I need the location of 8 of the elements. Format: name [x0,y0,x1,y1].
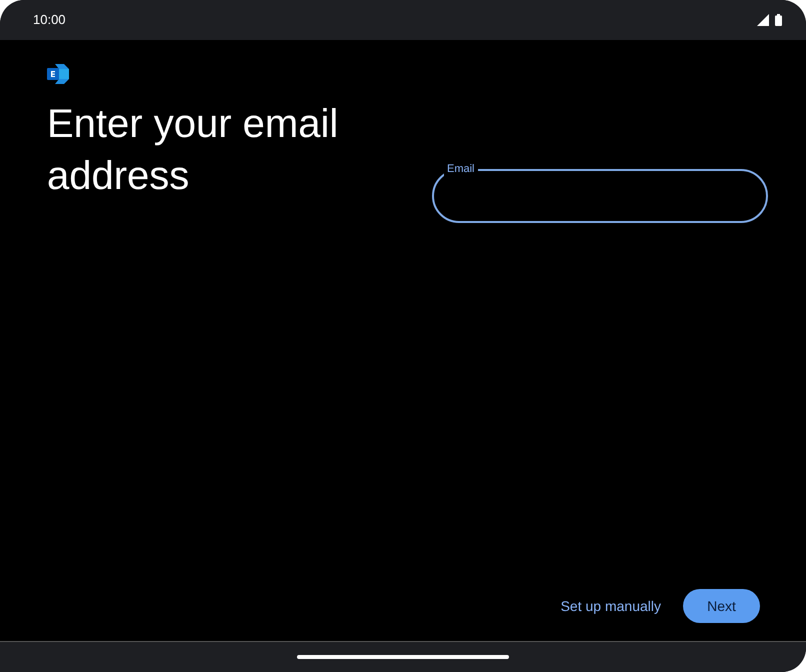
battery-icon [775,14,782,26]
signal-icon [757,14,769,26]
app-logo-icon [47,64,69,84]
next-button[interactable]: Next [683,589,760,623]
home-indicator[interactable] [297,655,509,659]
setup-link[interactable]: Set up manually [558,589,663,623]
status-time: 10:00 [33,11,66,30]
page-title: Enter your email address [47,101,340,200]
